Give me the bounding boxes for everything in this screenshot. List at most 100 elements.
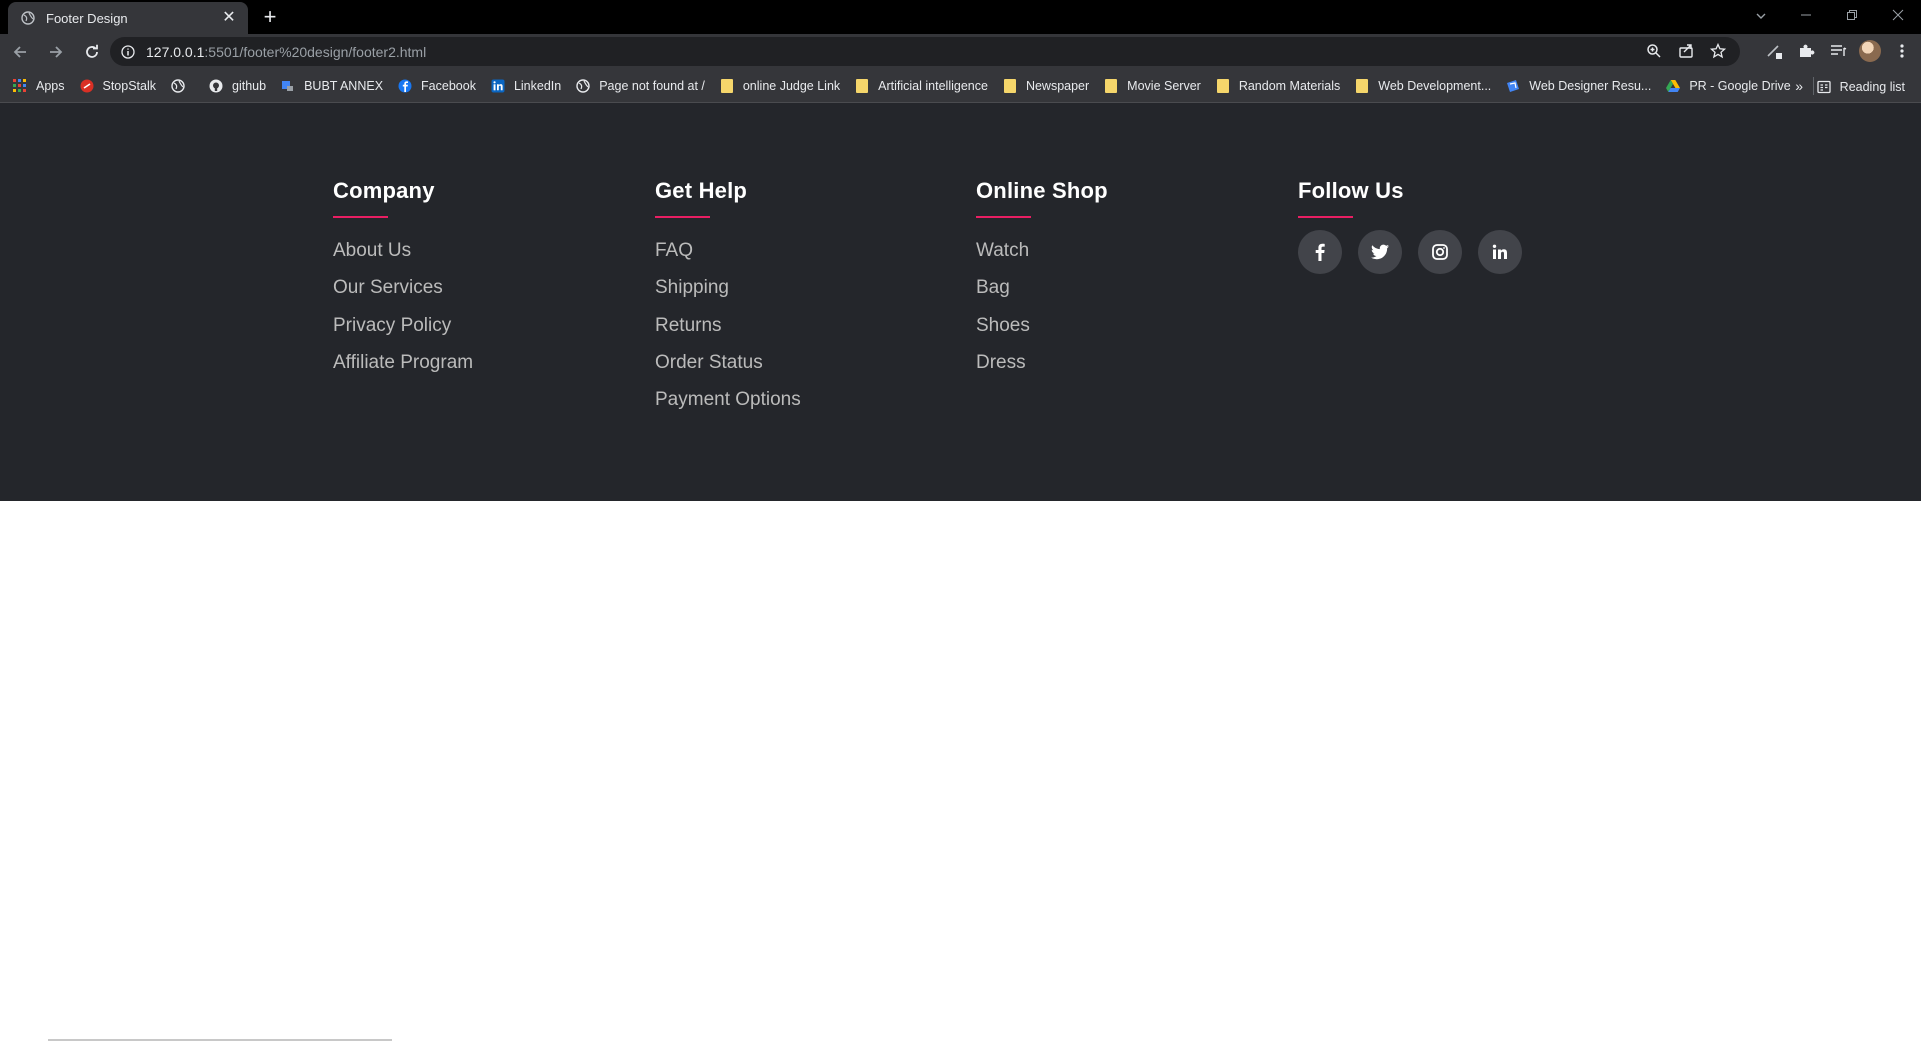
- bookmark-star-icon[interactable]: [1708, 41, 1728, 61]
- extensions-puzzle-icon[interactable]: [1795, 40, 1817, 62]
- reading-list-button[interactable]: Reading list: [1816, 70, 1905, 103]
- url-host: 127.0.0.1: [146, 43, 205, 60]
- folder-icon: [1103, 78, 1119, 94]
- forward-icon[interactable]: [40, 36, 72, 68]
- bookmark-label: Apps: [36, 79, 65, 93]
- bookmark-folder-ai[interactable]: Artificial intelligence: [854, 78, 988, 94]
- minimize-icon[interactable]: [1783, 0, 1829, 30]
- tab-close-button[interactable]: ✕: [220, 9, 238, 27]
- link-privacy-policy[interactable]: Privacy Policy: [333, 314, 653, 351]
- social-linkedin-button[interactable]: [1478, 230, 1522, 274]
- bookmark-folder-web-development[interactable]: Web Development...: [1354, 78, 1491, 94]
- bookmark-stopstalk[interactable]: StopStalk: [79, 78, 156, 94]
- bookmark-page-not-found[interactable]: Page not found at /: [575, 78, 705, 94]
- close-window-icon[interactable]: [1875, 0, 1921, 30]
- github-icon: [208, 78, 224, 94]
- link-order-status[interactable]: Order Status: [655, 351, 975, 388]
- link-our-services[interactable]: Our Services: [333, 276, 653, 313]
- folder-icon: [1354, 78, 1370, 94]
- link-shoes[interactable]: Shoes: [976, 314, 1296, 351]
- more-bookmarks-chevron-icon[interactable]: »: [1795, 78, 1803, 94]
- back-icon[interactable]: [4, 36, 36, 68]
- bookmark-label: PR - Google Drive: [1689, 79, 1791, 93]
- folder-icon: [854, 78, 870, 94]
- restore-icon[interactable]: [1829, 0, 1875, 30]
- folder-icon: [719, 78, 735, 94]
- link-bag[interactable]: Bag: [976, 276, 1296, 313]
- bookmark-label: BUBT ANNEX: [304, 79, 384, 93]
- bookmark-label: Artificial intelligence: [878, 79, 988, 93]
- column-title: Get Help: [655, 178, 748, 203]
- bookmark-folder-movie-server[interactable]: Movie Server: [1103, 78, 1201, 94]
- new-tab-button[interactable]: +: [258, 5, 282, 29]
- social-instagram-button[interactable]: [1418, 230, 1462, 274]
- column-title: Online Shop: [976, 178, 1108, 203]
- bookmark-apps[interactable]: Apps: [12, 78, 65, 94]
- social-facebook-button[interactable]: [1298, 230, 1342, 274]
- link-shipping[interactable]: Shipping: [655, 276, 975, 313]
- footer-column-online-shop: Online Shop Watch Bag Shoes Dress: [976, 178, 1296, 388]
- instagram-icon: [1431, 243, 1449, 261]
- tab-title: Footer Design: [46, 10, 128, 26]
- title-underline: [1298, 216, 1353, 218]
- bookmark-label: github: [232, 79, 267, 93]
- column-title: Company: [333, 178, 435, 203]
- zoom-icon[interactable]: [1644, 41, 1664, 61]
- menu-kebab-icon[interactable]: [1891, 40, 1913, 62]
- bookmark-label: Facebook: [421, 79, 476, 93]
- bookmark-bubt-annex[interactable]: BUBT ANNEX: [280, 78, 383, 94]
- link-affiliate-program[interactable]: Affiliate Program: [333, 351, 653, 388]
- address-bar[interactable]: 127.0.0.1:5501/footer%20design/footer2.h…: [110, 37, 1740, 66]
- bookmark-label: Page not found at /: [599, 79, 705, 93]
- bookmark-label: Random Materials: [1238, 79, 1341, 93]
- facebook-icon: [397, 78, 413, 94]
- bookmark-github[interactable]: github: [208, 78, 266, 94]
- google-drive-icon: [1665, 78, 1681, 94]
- url-path: :5501/footer%20design/footer2.html: [204, 43, 427, 60]
- link-about-us[interactable]: About Us: [333, 239, 653, 276]
- bookmark-folder-newspaper[interactable]: Newspaper: [1002, 78, 1089, 94]
- profile-avatar[interactable]: [1859, 40, 1881, 62]
- bookmark-globe[interactable]: [170, 78, 194, 94]
- footer-column-company: Company About Us Our Services Privacy Po…: [333, 178, 653, 388]
- tab-footer-design[interactable]: Footer Design ✕: [8, 2, 248, 34]
- tab-search-icon[interactable]: [1751, 6, 1771, 26]
- bookmarks-divider: [1813, 77, 1814, 95]
- twitter-icon: [1371, 243, 1389, 261]
- link-payment-options[interactable]: Payment Options: [655, 388, 975, 425]
- reload-icon[interactable]: [76, 36, 108, 68]
- reading-list-label: Reading list: [1839, 79, 1905, 94]
- extension-pen-icon[interactable]: [1763, 40, 1785, 62]
- stopstalk-icon: [79, 78, 95, 94]
- media-controls-icon[interactable]: [1827, 40, 1849, 62]
- folder-icon: [1215, 78, 1231, 94]
- share-icon[interactable]: [1676, 41, 1696, 61]
- title-underline: [976, 216, 1031, 218]
- bookmark-label: Web Development...: [1378, 79, 1492, 93]
- linkedin-icon: [490, 78, 506, 94]
- bookmark-folder-online-judge[interactable]: online Judge Link: [719, 78, 840, 94]
- bookmark-google-drive[interactable]: PR - Google Drive: [1665, 78, 1791, 94]
- link-returns[interactable]: Returns: [655, 314, 975, 351]
- bookmark-folder-random-materials[interactable]: Random Materials: [1215, 78, 1340, 94]
- title-underline: [333, 216, 388, 218]
- linkedin-icon: [1491, 243, 1509, 261]
- facebook-icon: [1311, 243, 1329, 261]
- bookmark-label: online Judge Link: [742, 79, 841, 93]
- bookmarks-bar: Apps StopStalk github BUBT ANNEX Faceboo…: [0, 70, 1921, 103]
- site-info-icon[interactable]: [120, 44, 136, 60]
- globe-icon: [20, 10, 36, 26]
- link-faq[interactable]: FAQ: [655, 239, 975, 276]
- bookmark-label: LinkedIn: [513, 79, 562, 93]
- bookmark-linkedin[interactable]: LinkedIn: [490, 78, 561, 94]
- bookmark-facebook[interactable]: Facebook: [397, 78, 476, 94]
- column-title: Follow Us: [1298, 178, 1404, 203]
- bookmark-web-designer-resume[interactable]: Web Designer Resu...: [1505, 78, 1651, 94]
- reading-list-icon: [1816, 79, 1832, 95]
- web-designer-icon: [1505, 78, 1521, 94]
- globe-icon: [170, 78, 186, 94]
- social-twitter-button[interactable]: [1358, 230, 1402, 274]
- link-watch[interactable]: Watch: [976, 239, 1296, 276]
- link-dress[interactable]: Dress: [976, 351, 1296, 388]
- bubt-icon: [280, 78, 296, 94]
